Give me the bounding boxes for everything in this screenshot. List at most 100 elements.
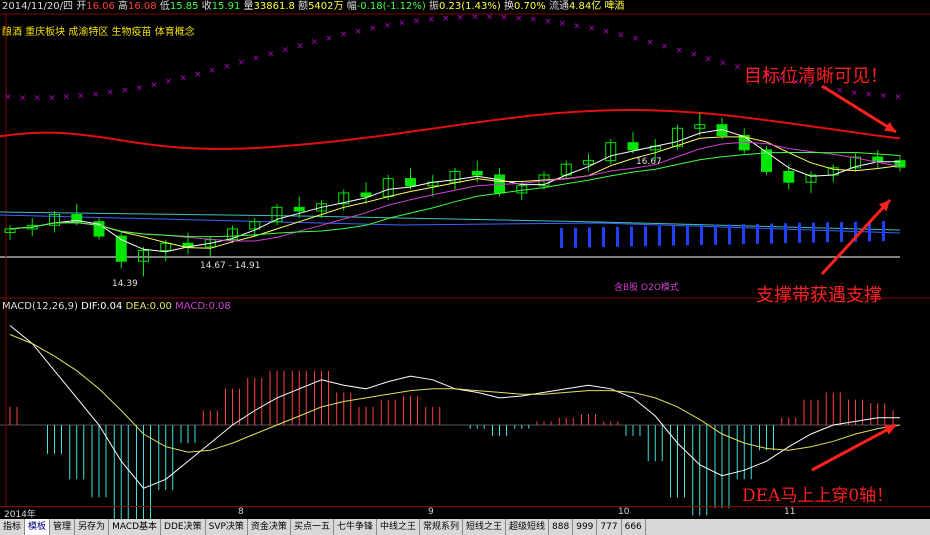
x-mark: × (646, 38, 654, 48)
high-price-label: 16.67 (636, 157, 662, 167)
tab-10[interactable]: 中线之王 (377, 519, 420, 535)
support-arrow (820, 198, 892, 276)
tab-6[interactable]: SVP决策 (206, 519, 248, 535)
x-mark: × (865, 90, 873, 100)
volume-bar (728, 224, 731, 245)
tab-16[interactable]: 777 (597, 519, 622, 535)
volume-bar (798, 222, 801, 243)
date-label-11: 11 (784, 507, 796, 517)
tab-17[interactable]: 666 (622, 519, 646, 535)
volume-bar (616, 226, 619, 247)
tab-4[interactable]: MACD基本 (109, 519, 162, 535)
volume-bar (742, 224, 745, 245)
long-ma-line (0, 211, 901, 231)
date-label-8: 8 (238, 507, 244, 517)
tab-7[interactable]: 资金决策 (248, 519, 291, 535)
candle-body (405, 178, 416, 187)
volume-bar (714, 224, 717, 245)
volume-bar (686, 225, 689, 246)
candle-body (471, 170, 483, 176)
x-mark: × (850, 88, 858, 98)
dif-value: 0.04 (100, 301, 123, 312)
tab-5[interactable]: DDE决策 (161, 519, 206, 535)
x-mark: × (150, 80, 158, 90)
tab-3[interactable]: 另存为 (75, 519, 110, 535)
indicator-tab-bar: 指标 模板 管理 另存为 MACD基本 DDE决策 SVP决策 资金决策 买点一五 七牛争锋 中线之… (0, 519, 930, 535)
tab-12[interactable]: 短线之王 (463, 519, 507, 535)
x-mark: × (281, 45, 289, 55)
x-mark: × (486, 13, 494, 23)
x-mark: × (165, 77, 173, 87)
x-mark: × (602, 27, 610, 37)
candle-body (872, 156, 884, 162)
x-mark: × (136, 83, 144, 93)
pattern-label: 含B股 O2O模式 (614, 283, 679, 293)
macd-title: MACD(12,26,9) (2, 301, 78, 312)
tab-14[interactable]: 888 (549, 519, 574, 535)
tab-8[interactable]: 买点一五 (291, 519, 334, 535)
low-price-label: 14.39 (112, 279, 138, 289)
dea-arrow (811, 423, 897, 472)
x-mark: × (457, 13, 465, 23)
x-mark: × (77, 92, 85, 102)
volume-bar (812, 222, 815, 243)
volume-bar (882, 221, 885, 242)
x-mark: × (194, 70, 202, 80)
x-mark: × (19, 93, 27, 103)
x-mark: × (442, 14, 450, 24)
x-mark: × (325, 34, 333, 44)
tab-0[interactable]: 指标 (0, 519, 26, 535)
x-mark: × (340, 30, 348, 40)
tab-9[interactable]: 七牛争锋 (334, 519, 377, 535)
x-mark: × (617, 31, 625, 41)
volume-bar (588, 227, 591, 248)
x-mark: × (223, 62, 231, 72)
x-mark: × (573, 21, 581, 31)
x-mark: × (4, 93, 12, 103)
candle-body (627, 142, 639, 151)
x-mark: × (894, 93, 902, 103)
tab-2[interactable]: 管理 (50, 519, 76, 535)
x-mark: × (106, 88, 114, 98)
dea-annotation: DEA马上上穿0轴！ (742, 486, 894, 506)
x-mark: × (544, 17, 552, 27)
x-mark: × (690, 50, 698, 60)
volume-bar (560, 228, 563, 248)
volume-bar (658, 225, 661, 246)
volume-bar (784, 223, 787, 244)
x-mark: × (354, 27, 362, 37)
tab-15[interactable]: 999 (573, 519, 598, 535)
x-mark: × (413, 17, 421, 27)
volume-bar (840, 222, 843, 242)
x-mark: × (661, 42, 669, 52)
x-mark: × (311, 38, 319, 48)
x-mark: × (384, 21, 392, 31)
x-mark: × (121, 86, 129, 96)
x-mark: × (471, 13, 479, 23)
x-mark: × (179, 74, 187, 84)
volume-bar (700, 225, 703, 245)
macd-value: 0.08 (208, 301, 231, 312)
target-annotation: 目标位清晰可见！ (744, 66, 888, 87)
x-mark: × (238, 58, 246, 68)
dea-value: 0.00 (149, 301, 172, 312)
tab-13[interactable]: 超级短线 (506, 519, 550, 535)
x-mark: × (529, 15, 537, 25)
macd-header: MACD(12,26,9) DIF:0.04 DEA:0.00 MACD:0.0… (2, 301, 231, 312)
volume-bar (644, 226, 647, 247)
x-mark: × (398, 19, 406, 29)
tab-11[interactable]: 常规系列 (420, 519, 463, 535)
candle-body (783, 170, 795, 183)
volume-bar (574, 227, 577, 248)
x-mark: × (427, 15, 435, 25)
tab-1[interactable]: 模板 (25, 519, 51, 535)
volume-bar (826, 222, 829, 243)
volume-bar (602, 227, 605, 248)
x-mark: × (92, 90, 100, 100)
x-mark: × (369, 24, 377, 34)
volume-bar (630, 226, 633, 247)
x-mark: × (33, 93, 41, 103)
x-mark: × (559, 19, 567, 29)
x-mark: × (48, 93, 56, 103)
x-mark: × (705, 54, 713, 64)
